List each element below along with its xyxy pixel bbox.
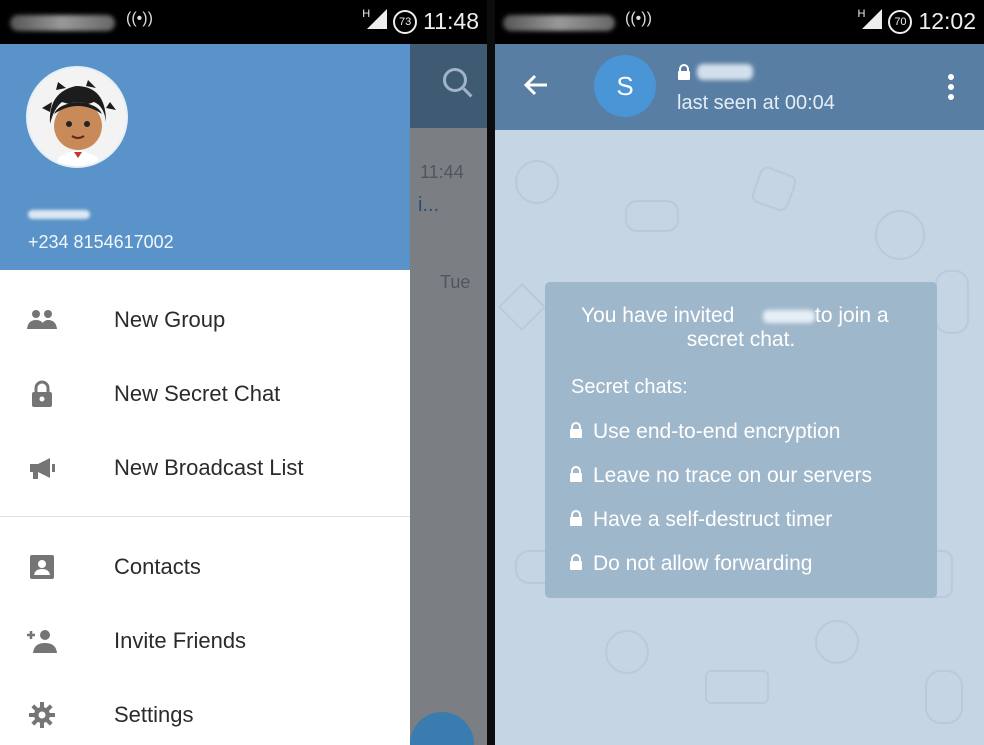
network-type-icon: H	[857, 8, 883, 35]
doodle-pattern	[749, 164, 799, 214]
secret-chats-heading: Secret chats:	[571, 376, 688, 398]
doodle-pattern	[935, 270, 969, 334]
left-screen: ((•)) H 73 11:48 11:44 i... Tue +234 815…	[0, 0, 487, 745]
feature-text: Use end-to-end encryption	[593, 420, 841, 443]
notification-blur	[503, 15, 615, 31]
chat-list-time: Tue	[440, 272, 471, 292]
group-icon	[24, 302, 60, 338]
battery-icon: 70	[888, 9, 913, 34]
feature-text: Have a self-destruct timer	[593, 508, 833, 531]
menu-item-label: Settings	[114, 702, 194, 727]
menu-item-label: Contacts	[114, 554, 201, 579]
menu-item-label: New Secret Chat	[114, 381, 281, 406]
search-icon[interactable]	[443, 68, 467, 92]
doodle-pattern	[925, 670, 963, 724]
doodle-pattern	[605, 630, 649, 674]
feature-text: Do not allow forwarding	[593, 552, 813, 575]
status-right-group: H 70 12:02	[857, 8, 976, 35]
menu-item-new-group[interactable]: New Group	[0, 292, 410, 348]
contact-card-icon	[24, 549, 60, 585]
invite-message-line-2: secret chat.	[686, 328, 796, 351]
menu-divider	[0, 516, 410, 517]
battery-icon: 73	[393, 9, 418, 34]
status-bar: ((•)) H 73 11:48	[0, 0, 487, 44]
invitee-name-blurred	[763, 310, 815, 323]
invite-text-before: You have invited	[581, 304, 735, 327]
chat-background: You have invited to join a secret chat. …	[495, 130, 984, 745]
drawer-header: +234 8154617002	[0, 44, 410, 270]
back-arrow-icon[interactable]	[523, 74, 549, 101]
menu-item-contacts[interactable]: Contacts	[0, 539, 410, 595]
feature-text: Leave no trace on our servers	[593, 464, 872, 487]
hotspot-icon: ((•))	[625, 10, 652, 27]
doodle-pattern	[815, 620, 859, 664]
add-person-icon	[24, 623, 60, 659]
lock-icon	[24, 376, 60, 412]
right-screen: ((•)) H 70 12:02 S last seen at 00:04 Yo…	[495, 0, 984, 745]
profile-name-blurred	[28, 210, 90, 219]
feature-item: Have a self-destruct timer	[569, 508, 832, 532]
menu-item-label: New Group	[114, 307, 226, 332]
profile-phone-number: +234 8154617002	[28, 232, 174, 252]
chat-top-bar: S last seen at 00:04	[495, 44, 984, 130]
lock-icon	[569, 552, 583, 576]
hotspot-icon: ((•))	[126, 10, 153, 27]
lock-icon	[569, 420, 583, 444]
menu-item-new-secret-chat[interactable]: New Secret Chat	[0, 366, 410, 422]
lock-icon	[569, 464, 583, 488]
feature-item: Do not allow forwarding	[569, 552, 812, 576]
notification-blur	[10, 15, 115, 31]
menu-item-label: New Broadcast List	[114, 455, 304, 480]
menu-item-invite-friends[interactable]: Invite Friends	[0, 613, 410, 669]
secret-chat-info-card: You have invited to join a secret chat. …	[545, 282, 937, 598]
lock-icon	[677, 64, 691, 85]
menu-item-settings[interactable]: Settings	[0, 687, 410, 743]
chat-avatar[interactable]: S	[594, 55, 656, 117]
contact-name-blurred[interactable]	[697, 64, 753, 80]
last-seen-status: last seen at 00:04	[677, 92, 835, 114]
chat-list-time: 11:44	[420, 162, 464, 182]
profile-avatar[interactable]	[26, 66, 128, 168]
megaphone-icon	[24, 450, 60, 486]
screenshot-divider	[487, 0, 495, 745]
status-time: 12:02	[918, 8, 976, 34]
feature-item: Use end-to-end encryption	[569, 420, 840, 444]
navigation-drawer: +234 8154617002 New Group New Secret Cha…	[0, 44, 410, 745]
doodle-pattern	[625, 200, 679, 232]
status-right-group: H 73 11:48	[362, 8, 479, 35]
more-vert-icon[interactable]	[948, 74, 954, 104]
lock-icon	[569, 508, 583, 532]
gear-icon	[24, 697, 60, 733]
chat-list-snippet: i...	[418, 194, 440, 216]
menu-item-label: Invite Friends	[114, 628, 247, 653]
doodle-pattern	[515, 160, 559, 204]
status-bar: ((•)) H 70 12:02	[495, 0, 984, 44]
doodle-pattern	[705, 670, 769, 704]
invite-text-after: to join a	[815, 304, 889, 327]
doodle-pattern	[875, 210, 925, 260]
feature-item: Leave no trace on our servers	[569, 464, 872, 488]
network-type-icon: H	[362, 8, 388, 35]
status-time: 11:48	[423, 8, 479, 34]
doodle-pattern	[497, 282, 547, 332]
menu-item-new-broadcast-list[interactable]: New Broadcast List	[0, 440, 410, 496]
